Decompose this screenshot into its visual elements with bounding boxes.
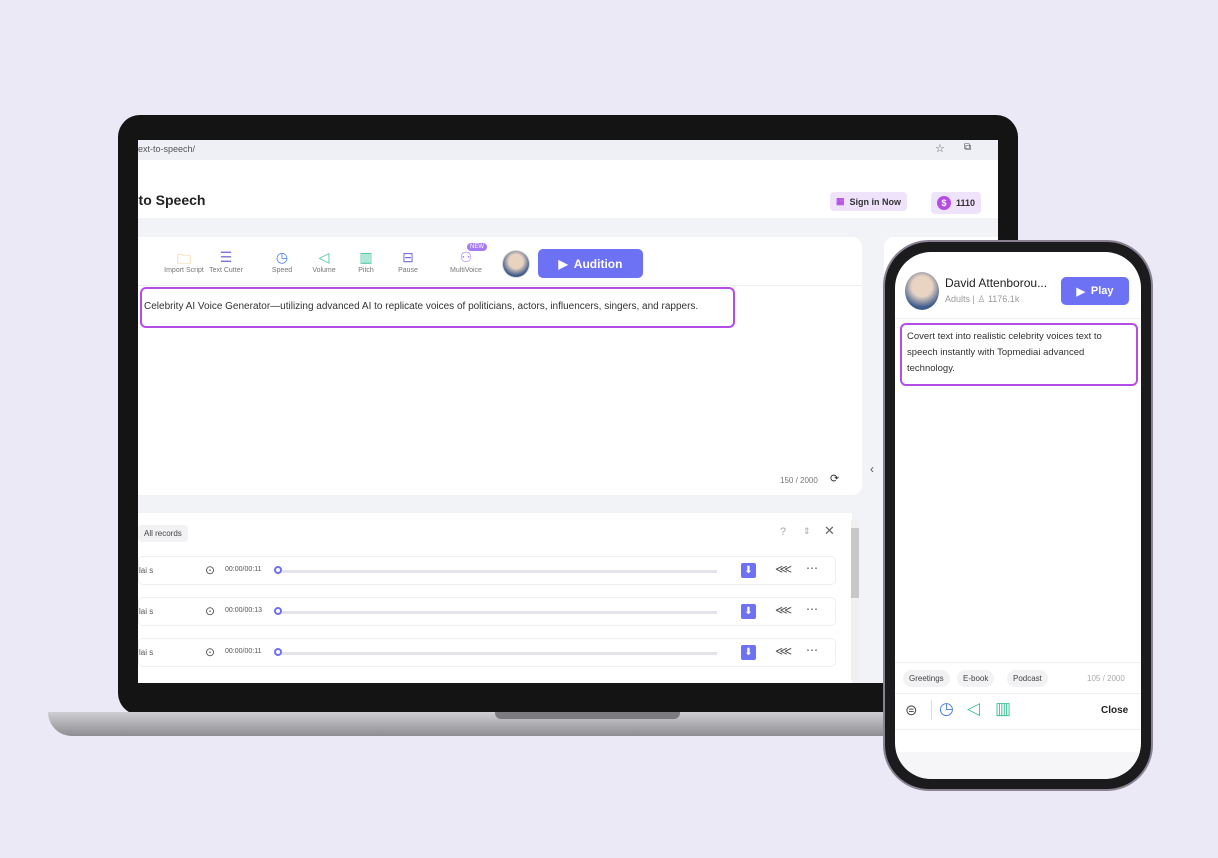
tag-ebook[interactable]: E-book	[957, 670, 995, 687]
record-name: lai s	[139, 566, 154, 575]
pitch-button[interactable]: ▥ Pitch	[345, 249, 387, 274]
phone-screen: David Attenborou... Adults | ♙ 1176.1k ▶…	[895, 252, 1141, 779]
pause-icon: ⊟	[402, 249, 414, 265]
folder-icon: 🗀	[177, 251, 191, 267]
editor-panel: 🗀 Import Script ☰ Text Cutter ◷ Speed ◁ Volu…	[138, 237, 862, 495]
more-icon[interactable]: ⋯	[806, 561, 818, 575]
star-icon[interactable]: ☆	[935, 142, 945, 155]
volume-icon[interactable]: ◁	[967, 699, 980, 719]
records-panel: All records ? ⇕ ✕ lai s ⊙ 00:00/00:11 ⬇ …	[138, 513, 852, 683]
text-input[interactable]: Celebrity AI Voice Generator—utilizing a…	[140, 287, 735, 328]
sort-icon[interactable]: ⇕	[803, 526, 811, 537]
share-icon[interactable]: ⋘	[775, 603, 792, 617]
audition-label: Audition	[573, 256, 623, 271]
progress-track[interactable]	[277, 611, 717, 614]
download-icon[interactable]: ⬇	[741, 604, 756, 619]
toolbar: 🗀 Import Script ☰ Text Cutter ◷ Speed ◁ Volu…	[163, 243, 487, 274]
coin-icon: $	[937, 196, 951, 210]
record-row: lai s ⊙ 00:00/00:13 ⬇ ⋘ ⋯	[138, 597, 836, 626]
char-count: 150 / 2000	[780, 476, 818, 485]
pause-button[interactable]: ⊟ Pause	[387, 249, 429, 274]
pitch-icon[interactable]: ▥	[995, 699, 1011, 719]
volume-button[interactable]: ◁ Volume	[303, 249, 345, 274]
progress-knob[interactable]	[274, 607, 282, 615]
scrollbar[interactable]	[851, 520, 859, 680]
more-icon[interactable]: ⋯	[806, 643, 818, 657]
refresh-icon[interactable]: ⟳	[830, 472, 839, 485]
text-input[interactable]: Covert text into realistic celebrity voi…	[900, 323, 1138, 386]
char-count: 105 / 2000	[1087, 674, 1125, 683]
voice-avatar[interactable]	[502, 250, 530, 278]
voice-name: David Attenborou...	[945, 276, 1048, 290]
record-name: lai s	[139, 607, 154, 616]
pitch-icon: ▥	[359, 249, 373, 265]
calendar-icon: ▦	[836, 196, 845, 206]
tool-label: Pause	[398, 267, 418, 274]
record-row: lai s ⊙ 00:00/00:11 ⬇ ⋘ ⋯	[138, 638, 836, 667]
share-icon[interactable]: ⋘	[775, 644, 792, 658]
progress-knob[interactable]	[274, 648, 282, 656]
record-time: 00:00/00:11	[225, 566, 262, 573]
sign-in-label: Sign in Now	[849, 196, 902, 207]
record-row: lai s ⊙ 00:00/00:11 ⬇ ⋘ ⋯	[138, 556, 836, 585]
play-icon: ▶	[1076, 285, 1085, 298]
close-icon[interactable]: ✕	[824, 523, 835, 539]
tag-podcast[interactable]: Podcast	[1007, 670, 1048, 687]
address-bar[interactable]: ext-to-speech/ ☆ ⧉	[138, 140, 998, 160]
tool-label: Pitch	[358, 267, 374, 274]
multivoice-icon: ⚇	[459, 249, 473, 265]
play-label: Play	[1090, 285, 1114, 297]
new-badge: NEW	[467, 243, 487, 251]
laptop-notch	[495, 712, 680, 719]
credits-value: 1110	[956, 198, 976, 208]
play-icon: ▶	[558, 256, 568, 271]
keyboard-icon[interactable]: ⊜	[905, 701, 918, 719]
text-cutter-button[interactable]: ☰ Text Cutter	[205, 249, 247, 274]
collapse-icon[interactable]: ‹	[870, 462, 874, 476]
download-icon[interactable]: ⬇	[741, 645, 756, 660]
user-icon: ♙	[977, 294, 986, 304]
tool-label: Import Script	[164, 267, 204, 274]
tool-label: Text Cutter	[209, 267, 243, 274]
progress-track[interactable]	[277, 570, 717, 573]
close-button[interactable]: Close	[1101, 705, 1128, 716]
sign-in-button[interactable]: ▦ Sign in Now	[830, 192, 908, 211]
record-name: lai s	[139, 648, 154, 657]
tool-label: Speed	[271, 267, 293, 274]
tag-greetings[interactable]: Greetings	[903, 670, 950, 687]
volume-icon: ◁	[318, 249, 330, 265]
page-title: t to Speech	[138, 192, 206, 208]
audition-button[interactable]: ▶ Audition	[538, 249, 643, 278]
voice-meta: Adults | ♙ 1176.1k	[945, 294, 1020, 304]
cutter-icon: ☰	[219, 249, 233, 265]
speed-icon[interactable]: ◷	[939, 699, 954, 719]
all-records-filter[interactable]: All records	[138, 525, 188, 542]
speed-icon: ◷	[275, 249, 289, 265]
phone-frame: David Attenborou... Adults | ♙ 1176.1k ▶…	[883, 240, 1153, 791]
credits-badge[interactable]: $1110	[931, 192, 982, 214]
app-header: t to Speech ▦ Sign in Now $1110	[138, 183, 998, 218]
more-icon[interactable]: ⋯	[806, 602, 818, 616]
record-time: 00:00/00:13	[225, 607, 262, 614]
download-icon[interactable]: ⬇	[741, 563, 756, 578]
play-icon[interactable]: ⊙	[205, 604, 215, 618]
import-script-button[interactable]: 🗀 Import Script	[163, 249, 205, 274]
laptop-screen: ext-to-speech/ ☆ ⧉ t to Speech ▦ Sign in …	[138, 140, 998, 683]
voice-avatar[interactable]	[905, 272, 939, 310]
play-icon[interactable]: ⊙	[205, 645, 215, 659]
extension-icon[interactable]: ⧉	[964, 142, 971, 153]
share-icon[interactable]: ⋘	[775, 562, 792, 576]
url-text: ext-to-speech/	[138, 144, 196, 154]
record-time: 00:00/00:11	[225, 648, 262, 655]
progress-track[interactable]	[277, 652, 717, 655]
speed-button[interactable]: ◷ Speed	[261, 249, 303, 274]
help-icon[interactable]: ?	[780, 526, 786, 538]
tool-label: Volume	[312, 267, 336, 274]
tool-label: MultiVoice	[450, 267, 482, 274]
play-button[interactable]: ▶ Play	[1061, 277, 1129, 305]
progress-knob[interactable]	[274, 566, 282, 574]
multivoice-button[interactable]: NEW ⚇ MultiVoice	[445, 243, 487, 274]
play-icon[interactable]: ⊙	[205, 563, 215, 577]
